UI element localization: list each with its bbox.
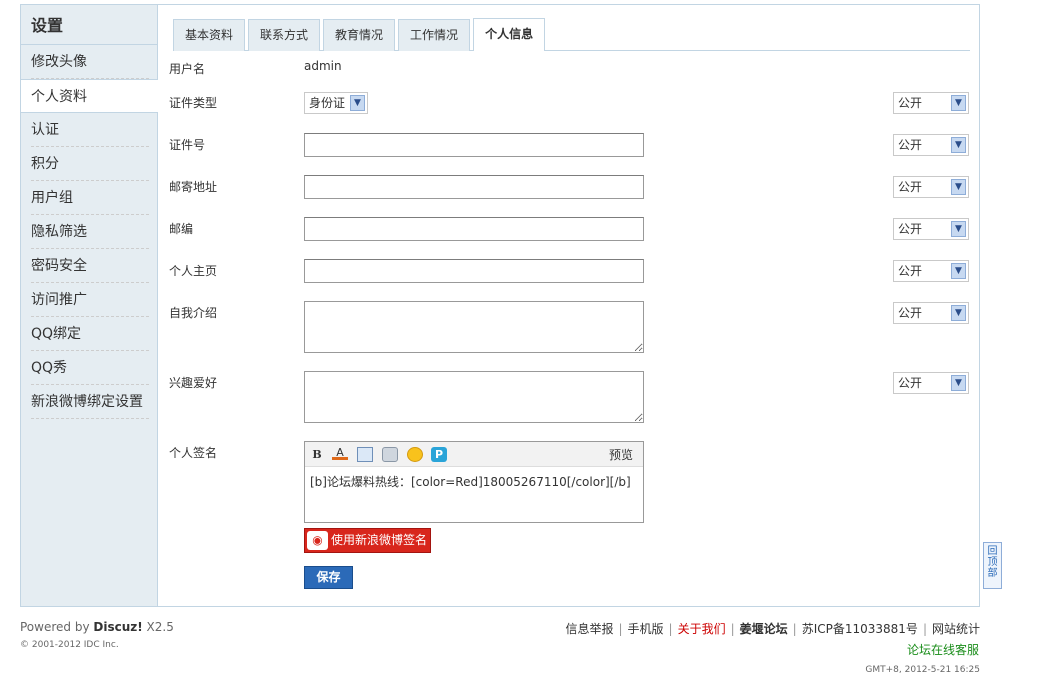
interest-label: 兴趣爱好: [169, 376, 218, 390]
sidebar: 设置 修改头像 个人资料 认证 积分 用户组 隐私筛选 密码安全 访问推广 QQ…: [21, 5, 158, 606]
footer-left: Powered by Discuz! X2.5 © 2001-2012 IDC …: [20, 620, 174, 650]
back-to-top-button[interactable]: 回顶部: [983, 542, 1002, 589]
powered-prefix: Powered by: [20, 620, 94, 634]
footer-link-stats[interactable]: 网站统计: [932, 622, 980, 636]
powered-brand[interactable]: Discuz!: [93, 620, 142, 634]
idtype-label: 证件类型: [169, 96, 218, 110]
chevron-down-icon: ▼: [951, 375, 966, 391]
tab-work[interactable]: 工作情况: [398, 19, 471, 51]
chevron-down-icon: ▼: [951, 95, 966, 111]
sidebar-item-avatar[interactable]: 修改头像: [31, 45, 149, 79]
idtype-select[interactable]: 身份证 ▼: [304, 92, 368, 114]
bio-privacy-select[interactable]: 公开 ▼: [893, 302, 969, 324]
chevron-down-icon: ▼: [951, 179, 966, 195]
username-label: 用户名: [169, 62, 206, 76]
sidebar-item-verify[interactable]: 认证: [31, 113, 149, 147]
profile-tabs: 基本资料 联系方式 教育情况 工作情况 个人信息: [173, 18, 970, 51]
tab-basic[interactable]: 基本资料: [173, 19, 246, 51]
sidebar-item-qq-show[interactable]: QQ秀: [31, 351, 149, 385]
online-service-link[interactable]: 论坛在线客服: [907, 641, 979, 658]
privacy-value: 公开: [898, 306, 923, 320]
app-icon[interactable]: P: [431, 447, 447, 462]
chevron-down-icon: ▼: [350, 95, 365, 111]
chevron-down-icon: ▼: [951, 263, 966, 279]
sidebar-item-credits[interactable]: 积分: [31, 147, 149, 181]
sidebar-item-privacy[interactable]: 隐私筛选: [31, 215, 149, 249]
username-value: admin: [304, 59, 342, 73]
homepage-privacy-select[interactable]: 公开 ▼: [893, 260, 969, 282]
sidebar-title: 设置: [21, 5, 157, 45]
bio-label: 自我介绍: [169, 306, 218, 320]
font-color-icon[interactable]: A: [332, 447, 348, 460]
idnumber-input[interactable]: [304, 133, 644, 157]
footer-link-icp[interactable]: 苏ICP备11033881号: [802, 622, 918, 636]
zipcode-input[interactable]: [304, 217, 644, 241]
settings-panel: 设置 修改头像 个人资料 认证 积分 用户组 隐私筛选 密码安全 访问推广 QQ…: [20, 4, 980, 607]
bold-icon[interactable]: B: [309, 447, 325, 462]
footer-link-mobile[interactable]: 手机版: [628, 622, 664, 636]
idtype-select-value: 身份证: [309, 96, 346, 110]
address-privacy-select[interactable]: 公开 ▼: [893, 176, 969, 198]
weibo-signature-button[interactable]: ◉ 使用新浪微博签名: [304, 528, 431, 553]
gmt-timestamp: GMT+8, 2012-5-21 16:25: [865, 665, 980, 675]
powered-version: X2.5: [142, 620, 174, 634]
idnumber-privacy-select[interactable]: 公开 ▼: [893, 134, 969, 156]
sidebar-item-profile[interactable]: 个人资料: [21, 79, 158, 113]
homepage-label: 个人主页: [169, 264, 218, 278]
weibo-icon: ◉: [307, 531, 328, 550]
bio-textarea[interactable]: [304, 301, 644, 353]
address-label: 邮寄地址: [169, 180, 218, 194]
sidebar-item-qq-bind[interactable]: QQ绑定: [31, 317, 149, 351]
signature-editor: B A P 预览 [b]论坛爆料热线：[color=Red]1800526711…: [304, 441, 644, 523]
interest-textarea[interactable]: [304, 371, 644, 423]
idnumber-label: 证件号: [169, 138, 206, 152]
copyright: © 2001-2012 IDC Inc.: [20, 640, 119, 650]
interest-privacy-select[interactable]: 公开 ▼: [893, 372, 969, 394]
sidebar-menu: 修改头像 个人资料 认证 积分 用户组 隐私筛选 密码安全 访问推广 QQ绑定 …: [21, 45, 158, 419]
tab-personal[interactable]: 个人信息: [473, 18, 546, 51]
homepage-input[interactable]: [304, 259, 644, 283]
privacy-value: 公开: [898, 180, 923, 194]
chevron-down-icon: ▼: [951, 137, 966, 153]
privacy-value: 公开: [898, 96, 923, 110]
footer-link-report[interactable]: 信息举报: [565, 622, 613, 636]
powered-by: Powered by Discuz! X2.5: [20, 620, 174, 634]
sidebar-item-usergroup[interactable]: 用户组: [31, 181, 149, 215]
sidebar-item-password[interactable]: 密码安全: [31, 249, 149, 283]
address-input[interactable]: [304, 175, 644, 199]
signature-content[interactable]: [b]论坛爆料热线：[color=Red]18005267110[/color]…: [305, 467, 643, 496]
editor-toolbar: B A P 预览: [305, 442, 643, 467]
footer-links: 信息举报 | 手机版 | 关于我们 | 姜堰论坛 | 苏ICP备11033881号 | 网站统计: [565, 622, 980, 636]
emoticon-icon[interactable]: [407, 447, 423, 462]
sidebar-item-promotion[interactable]: 访问推广: [31, 283, 149, 317]
idtype-privacy-select[interactable]: 公开 ▼: [893, 92, 969, 114]
tab-contact[interactable]: 联系方式: [248, 19, 321, 51]
zipcode-label: 邮编: [169, 222, 194, 236]
footer-link-about[interactable]: 关于我们: [678, 622, 726, 636]
zipcode-privacy-select[interactable]: 公开 ▼: [893, 218, 969, 240]
privacy-value: 公开: [898, 376, 923, 390]
sidebar-item-weibo-bind[interactable]: 新浪微博绑定设置: [31, 385, 149, 419]
chevron-down-icon: ▼: [951, 221, 966, 237]
preview-button[interactable]: 预览: [609, 446, 633, 463]
image-icon[interactable]: [357, 447, 373, 462]
privacy-value: 公开: [898, 138, 923, 152]
privacy-value: 公开: [898, 264, 923, 278]
save-button[interactable]: 保存: [304, 566, 353, 589]
tab-education[interactable]: 教育情况: [323, 19, 396, 51]
chevron-down-icon: ▼: [951, 305, 966, 321]
privacy-value: 公开: [898, 222, 923, 236]
weibo-signature-label: 使用新浪微博签名: [331, 533, 428, 547]
signature-label: 个人签名: [169, 446, 218, 460]
footer-link-forum[interactable]: 姜堰论坛: [740, 622, 788, 636]
link-icon[interactable]: [382, 447, 398, 462]
